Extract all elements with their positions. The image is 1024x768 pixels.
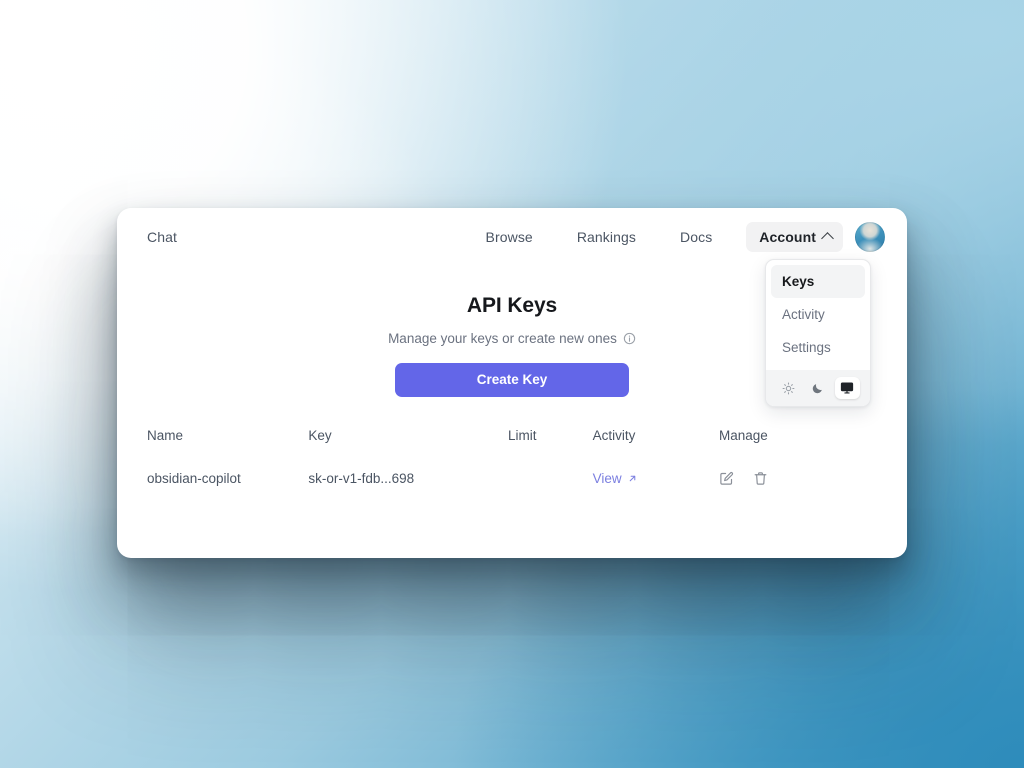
menu-item-activity[interactable]: Activity xyxy=(771,298,865,331)
table-body: obsidian-copilot sk-or-v1-fdb...698 View xyxy=(147,465,877,491)
column-header-name: Name xyxy=(147,428,184,443)
user-avatar[interactable] xyxy=(855,222,885,252)
cell-activity: View xyxy=(593,465,719,491)
external-link-icon xyxy=(627,473,638,484)
nav-right-group: Browse Rankings Docs Account xyxy=(464,222,885,252)
cell-limit xyxy=(508,465,593,491)
column-header-key: Key xyxy=(308,428,332,443)
account-dropdown-menu: Keys Activity Settings xyxy=(765,259,871,407)
create-key-button[interactable]: Create Key xyxy=(395,363,629,397)
sun-icon[interactable] xyxy=(776,377,801,399)
account-menu-button[interactable]: Account xyxy=(746,222,843,252)
menu-item-keys[interactable]: Keys xyxy=(771,265,865,298)
nav-left-group: Chat xyxy=(147,229,177,245)
app-window-card: Chat Browse Rankings Docs Account Keys A… xyxy=(117,208,907,558)
column-header-limit: Limit xyxy=(508,428,537,443)
account-button-label: Account xyxy=(759,229,816,245)
manage-actions xyxy=(719,471,877,486)
table-header-row: Name Key Limit Activity Manage xyxy=(147,428,877,465)
nav-item-browse[interactable]: Browse xyxy=(464,229,555,245)
top-navigation-bar: Chat Browse Rankings Docs Account Keys A… xyxy=(117,208,907,407)
view-activity-link[interactable]: View xyxy=(593,471,638,486)
theme-toggle-group xyxy=(766,370,870,406)
monitor-icon[interactable] xyxy=(834,377,860,399)
view-link-label: View xyxy=(592,470,622,486)
column-header-activity: Activity xyxy=(592,428,636,443)
info-icon[interactable] xyxy=(623,332,636,345)
nav-item-rankings[interactable]: Rankings xyxy=(555,229,658,245)
cell-key-value: sk-or-v1-fdb...698 xyxy=(308,470,415,486)
table-row: obsidian-copilot sk-or-v1-fdb...698 View xyxy=(147,465,877,491)
menu-item-settings[interactable]: Settings xyxy=(771,331,865,364)
column-header-manage: Manage xyxy=(719,428,768,443)
page-subtitle: Manage your keys or create new ones xyxy=(388,331,617,346)
api-keys-table: Name Key Limit Activity Manage obsidian-… xyxy=(147,428,877,491)
edit-icon[interactable] xyxy=(719,471,734,486)
table-header: Name Key Limit Activity Manage xyxy=(147,428,877,465)
cell-manage xyxy=(719,465,877,491)
trash-icon[interactable] xyxy=(753,471,768,486)
cell-key-name: obsidian-copilot xyxy=(147,470,241,486)
nav-item-chat[interactable]: Chat xyxy=(147,229,177,245)
moon-icon[interactable] xyxy=(805,377,830,399)
nav-item-docs[interactable]: Docs xyxy=(658,229,734,245)
chevron-up-icon xyxy=(821,232,834,245)
